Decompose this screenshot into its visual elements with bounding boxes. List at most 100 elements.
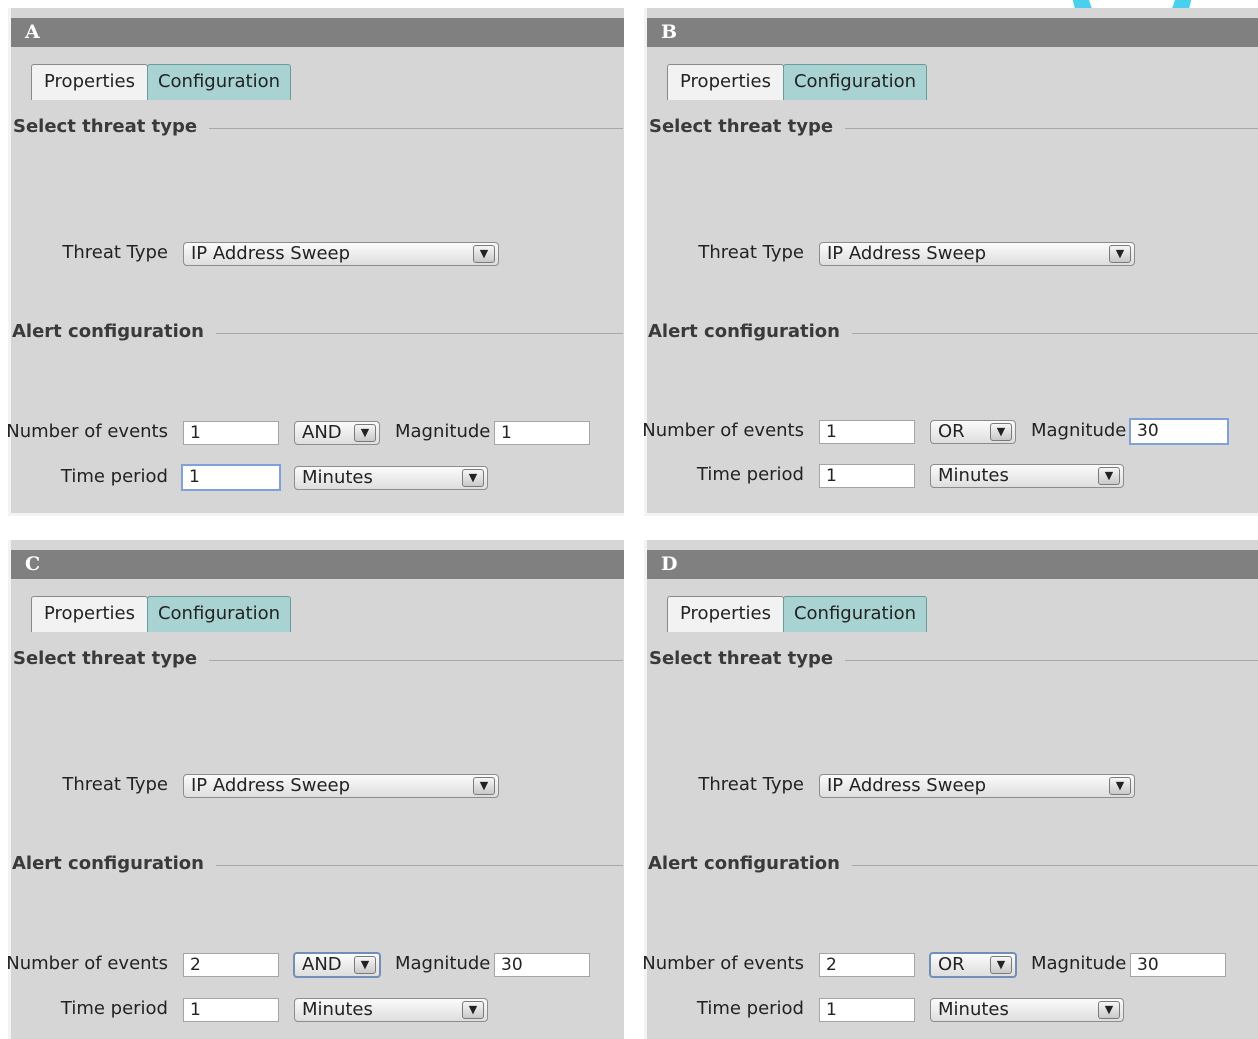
select-threat-section: Select threat type (649, 116, 1258, 140)
alert-config-heading: Alert configuration (12, 321, 216, 342)
threat-type-select[interactable]: IP Address Sweep ▼ (819, 242, 1135, 266)
number-of-events-label: Number of events (6, 953, 168, 974)
time-unit-value: Minutes (938, 999, 1009, 1020)
logic-operator-value: AND (302, 954, 342, 975)
config-panel-c: C Properties Configuration Select threat… (6, 540, 624, 1039)
time-unit-select[interactable]: Minutes ▼ (294, 998, 488, 1022)
time-period-label: Time period (696, 998, 804, 1019)
select-threat-section: Select threat type (13, 648, 623, 672)
number-of-events-input[interactable]: 1 (183, 421, 279, 445)
magnitude-input[interactable]: 30 (1129, 418, 1229, 445)
logic-operator-value: OR (938, 421, 965, 442)
time-period-label: Time period (60, 998, 168, 1019)
time-unit-select[interactable]: Minutes ▼ (294, 466, 488, 490)
logic-operator-select[interactable]: AND ▼ (293, 952, 381, 978)
magnitude-input[interactable]: 30 (1130, 953, 1226, 977)
config-panel-a: A Properties Configuration Select threat… (6, 8, 624, 516)
tab-configuration[interactable]: Configuration (783, 596, 927, 632)
panel-title: D (647, 550, 1258, 579)
alert-config-heading: Alert configuration (12, 853, 216, 874)
logic-operator-value: OR (938, 954, 965, 975)
number-of-events-input[interactable]: 2 (183, 953, 279, 977)
panel-title: A (11, 18, 624, 47)
tab-properties[interactable]: Properties (667, 596, 784, 632)
chevron-down-icon[interactable]: ▼ (462, 469, 484, 487)
section-divider (820, 865, 1258, 866)
threat-type-label: Threat Type (698, 774, 804, 795)
number-of-events-label: Number of events (642, 420, 804, 441)
section-divider (820, 333, 1258, 334)
time-period-input[interactable]: 1 (183, 998, 279, 1022)
tab-configuration[interactable]: Configuration (147, 64, 291, 100)
section-divider (814, 660, 1258, 661)
tab-configuration[interactable]: Configuration (147, 596, 291, 632)
number-of-events-label: Number of events (6, 421, 168, 442)
section-divider (184, 865, 623, 866)
chevron-down-icon[interactable]: ▼ (1109, 245, 1131, 263)
chevron-down-icon[interactable]: ▼ (473, 245, 495, 263)
threat-type-value: IP Address Sweep (827, 775, 987, 796)
logic-operator-select[interactable]: AND ▼ (294, 421, 380, 445)
config-panel-b: B Properties Configuration Select threat… (642, 8, 1258, 516)
chevron-down-icon[interactable]: ▼ (990, 423, 1012, 441)
magnitude-label: Magnitude (1031, 420, 1127, 441)
time-unit-value: Minutes (302, 467, 373, 488)
chevron-down-icon[interactable]: ▼ (473, 777, 495, 795)
threat-type-label: Threat Type (62, 242, 168, 263)
alert-config-section: Alert configuration (648, 853, 1258, 877)
section-divider (178, 660, 623, 661)
select-threat-section: Select threat type (649, 648, 1258, 672)
number-of-events-label: Number of events (642, 953, 804, 974)
chevron-down-icon[interactable]: ▼ (462, 1001, 484, 1019)
time-period-label: Time period (696, 464, 804, 485)
logic-operator-select[interactable]: OR ▼ (930, 420, 1016, 444)
tab-configuration[interactable]: Configuration (783, 64, 927, 100)
select-threat-heading: Select threat type (649, 116, 846, 137)
number-of-events-input[interactable]: 1 (819, 420, 915, 444)
time-period-label: Time period (60, 466, 168, 487)
magnitude-input[interactable]: 30 (494, 953, 590, 977)
threat-type-select[interactable]: IP Address Sweep ▼ (183, 774, 499, 798)
config-panel-d: D Properties Configuration Select threat… (642, 540, 1258, 1039)
chevron-down-icon[interactable]: ▼ (990, 956, 1012, 974)
panel-title: B (647, 18, 1258, 47)
threat-type-label: Threat Type (698, 242, 804, 263)
time-unit-value: Minutes (938, 465, 1009, 486)
section-divider (184, 333, 623, 334)
section-divider (814, 128, 1258, 129)
threat-type-select[interactable]: IP Address Sweep ▼ (183, 242, 499, 266)
tab-properties[interactable]: Properties (31, 64, 148, 100)
time-unit-select[interactable]: Minutes ▼ (930, 998, 1124, 1022)
tab-properties[interactable]: Properties (667, 64, 784, 100)
alert-config-heading: Alert configuration (648, 321, 852, 342)
alert-config-heading: Alert configuration (648, 853, 852, 874)
select-threat-heading: Select threat type (649, 648, 846, 669)
magnitude-label: Magnitude (395, 421, 491, 442)
alert-config-section: Alert configuration (648, 321, 1258, 345)
threat-type-value: IP Address Sweep (191, 775, 351, 796)
number-of-events-input[interactable]: 2 (819, 953, 915, 977)
select-threat-heading: Select threat type (13, 648, 210, 669)
chevron-down-icon[interactable]: ▼ (1098, 467, 1120, 485)
logic-operator-select[interactable]: OR ▼ (929, 952, 1017, 978)
threat-type-select[interactable]: IP Address Sweep ▼ (819, 774, 1135, 798)
threat-type-value: IP Address Sweep (827, 243, 987, 264)
select-threat-section: Select threat type (13, 116, 623, 140)
logic-operator-value: AND (302, 422, 342, 443)
time-unit-select[interactable]: Minutes ▼ (930, 464, 1124, 488)
threat-type-label: Threat Type (62, 774, 168, 795)
time-period-input[interactable]: 1 (819, 464, 915, 488)
tab-properties[interactable]: Properties (31, 596, 148, 632)
chevron-down-icon[interactable]: ▼ (1109, 777, 1131, 795)
chevron-down-icon[interactable]: ▼ (1098, 1001, 1120, 1019)
time-period-input[interactable]: 1 (181, 464, 281, 491)
threat-type-value: IP Address Sweep (191, 243, 351, 264)
chevron-down-icon[interactable]: ▼ (354, 424, 376, 442)
magnitude-label: Magnitude (395, 953, 491, 974)
magnitude-label: Magnitude (1031, 953, 1127, 974)
alert-config-section: Alert configuration (12, 321, 623, 345)
magnitude-input[interactable]: 1 (494, 421, 590, 445)
chevron-down-icon[interactable]: ▼ (354, 956, 376, 974)
section-divider (178, 128, 623, 129)
time-period-input[interactable]: 1 (819, 998, 915, 1022)
